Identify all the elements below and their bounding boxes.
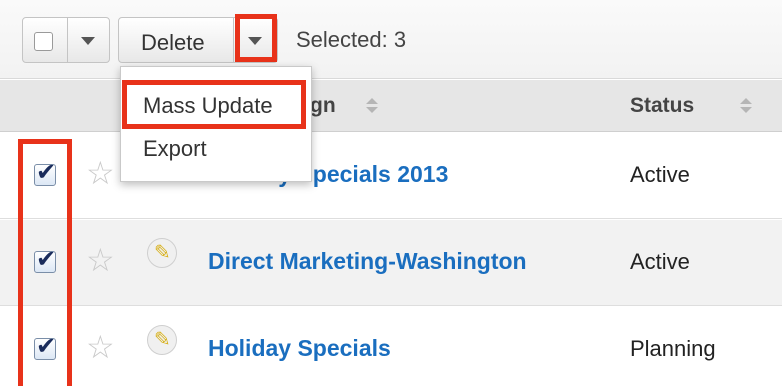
status-cell: Planning — [630, 336, 716, 361]
star-icon[interactable]: ☆ — [86, 331, 115, 363]
table-row: ✔ ☆ ✎ Direct Marketing-Washington Active — [0, 220, 782, 306]
pencil-icon: ✎ — [154, 329, 171, 351]
edit-pencil-icon[interactable]: ✎ — [147, 325, 177, 355]
column-header-name[interactable]: gn — [310, 94, 336, 118]
highlight-mass-update-box — [122, 80, 306, 129]
button-divider — [67, 18, 68, 62]
record-link[interactable]: Direct Marketing-Washington — [208, 248, 527, 275]
sort-icon[interactable] — [366, 98, 378, 114]
highlight-caret-box — [235, 14, 277, 62]
selected-count: Selected: 3 — [296, 27, 407, 52]
column-header-status[interactable]: Status — [630, 94, 694, 118]
star-icon[interactable]: ☆ — [86, 244, 115, 276]
list-toolbar: Delete Selected: 3 — [0, 0, 782, 79]
table-row: ✔ ☆ Holiday Specials 2013 Active — [0, 133, 782, 219]
chevron-down-icon[interactable] — [81, 37, 95, 45]
select-all-checkbox[interactable] — [34, 32, 53, 51]
record-link[interactable]: Holiday Specials — [208, 335, 391, 362]
button-divider — [233, 18, 234, 62]
select-all-button[interactable] — [22, 17, 110, 63]
menu-item-export[interactable]: Export — [143, 136, 207, 162]
sort-icon[interactable] — [740, 98, 752, 114]
delete-button[interactable]: Delete — [141, 30, 205, 56]
table-header: gn Status — [0, 80, 782, 132]
table-row: ✔ ☆ ✎ Holiday Specials Planning — [0, 307, 782, 386]
pencil-icon: ✎ — [154, 242, 171, 264]
edit-pencil-icon[interactable]: ✎ — [147, 238, 177, 268]
status-cell: Active — [630, 162, 690, 187]
status-cell: Active — [630, 249, 690, 274]
star-icon[interactable]: ☆ — [86, 157, 115, 189]
highlight-checkboxes-box — [18, 139, 72, 386]
